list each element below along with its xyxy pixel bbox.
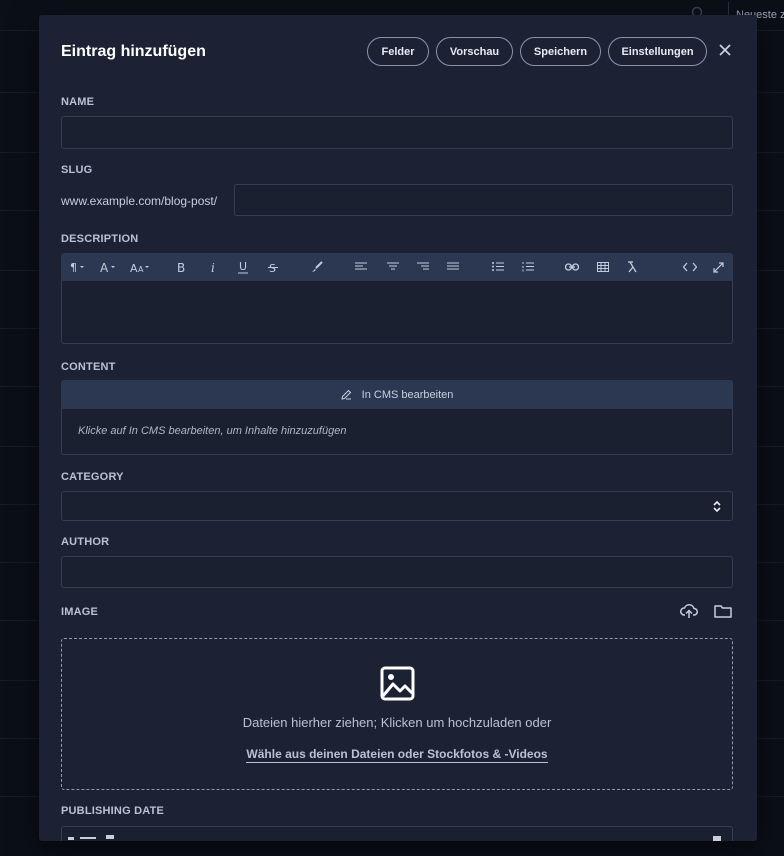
content-hint: Klicke auf In CMS bearbeiten, um Inhalte… xyxy=(78,425,347,437)
category-label: CATEGORY xyxy=(61,471,124,483)
fullscreen-icon[interactable] xyxy=(708,253,728,281)
svg-text:B: B xyxy=(177,261,185,273)
align-right-icon[interactable] xyxy=(413,253,433,281)
description-label: DESCRIPTION xyxy=(61,233,139,245)
calendar-icon[interactable] xyxy=(712,835,722,841)
folder-icon[interactable] xyxy=(714,604,732,618)
upload-icon[interactable] xyxy=(680,603,698,619)
code-view-icon[interactable] xyxy=(680,253,700,281)
name-label: NAME xyxy=(61,96,95,108)
link-icon[interactable] xyxy=(562,253,582,281)
publishing-date-label: PUBLISHING DATE xyxy=(61,805,165,817)
svg-text:¶: ¶ xyxy=(70,261,77,273)
preview-button[interactable]: Vorschau xyxy=(436,37,513,66)
dropzone-link-wrapper: Wähle aus deinen Dateien oder Stockfotos… xyxy=(62,745,732,763)
underline-icon[interactable]: U xyxy=(233,253,253,281)
close-icon[interactable] xyxy=(717,42,733,58)
italic-icon[interactable]: i xyxy=(203,253,223,281)
author-label: AUTHOR xyxy=(61,536,110,548)
svg-text:A: A xyxy=(130,262,138,273)
author-input[interactable] xyxy=(61,556,733,588)
svg-text:A: A xyxy=(138,265,144,273)
edit-in-cms-label: In CMS bearbeiten xyxy=(361,388,454,401)
bullet-list-icon[interactable] xyxy=(488,253,508,281)
svg-text:i: i xyxy=(211,261,215,273)
strikethrough-icon[interactable]: S xyxy=(263,253,283,281)
image-label: IMAGE xyxy=(61,606,99,618)
paragraph-format-icon[interactable]: ¶ xyxy=(67,253,89,281)
align-left-icon[interactable] xyxy=(351,253,371,281)
fields-button[interactable]: Felder xyxy=(367,37,429,66)
slug-input[interactable] xyxy=(234,184,733,216)
slug-label: SLUG xyxy=(61,164,93,176)
brush-icon[interactable] xyxy=(307,253,327,281)
modal-title: Eintrag hinzufügen xyxy=(61,43,206,60)
image-dropzone[interactable]: Dateien hierher ziehen; Klicken um hochz… xyxy=(61,638,733,790)
font-size-icon[interactable]: AA xyxy=(127,253,153,281)
select-chevrons-icon xyxy=(713,500,721,513)
pencil-icon xyxy=(341,389,351,400)
clear-format-icon[interactable] xyxy=(623,253,643,281)
svg-text:A: A xyxy=(100,261,109,273)
content-label: CONTENT xyxy=(61,361,116,373)
date-placeholder-icon xyxy=(68,835,114,840)
slug-prefix: www.example.com/blog-post/ xyxy=(61,194,218,208)
numbered-list-icon[interactable] xyxy=(518,253,538,281)
rich-text-toolbar: ¶ A AA B i U S xyxy=(61,253,733,281)
choose-files-link[interactable]: Wähle aus deinen Dateien oder Stockfotos… xyxy=(246,747,548,763)
bold-icon[interactable]: B xyxy=(171,253,191,281)
edit-in-cms-button[interactable]: In CMS bearbeiten xyxy=(61,380,733,409)
svg-text:U: U xyxy=(239,260,247,273)
category-select[interactable] xyxy=(61,491,733,521)
image-icon xyxy=(380,666,415,701)
justify-icon[interactable] xyxy=(443,253,463,281)
settings-button[interactable]: Einstellungen xyxy=(608,37,707,66)
table-icon[interactable] xyxy=(593,253,613,281)
add-entry-modal: Eintrag hinzufügen Felder Vorschau Speic… xyxy=(39,15,757,841)
save-button[interactable]: Speichern xyxy=(520,37,601,66)
publishing-date-input[interactable] xyxy=(61,826,733,841)
description-editor[interactable] xyxy=(61,281,733,344)
name-input[interactable] xyxy=(61,116,733,149)
font-family-icon[interactable]: A xyxy=(97,253,121,281)
dropzone-text: Dateien hierher ziehen; Klicken um hochz… xyxy=(242,715,552,730)
content-preview: Klicke auf In CMS bearbeiten, um Inhalte… xyxy=(61,409,733,455)
align-center-icon[interactable] xyxy=(383,253,403,281)
